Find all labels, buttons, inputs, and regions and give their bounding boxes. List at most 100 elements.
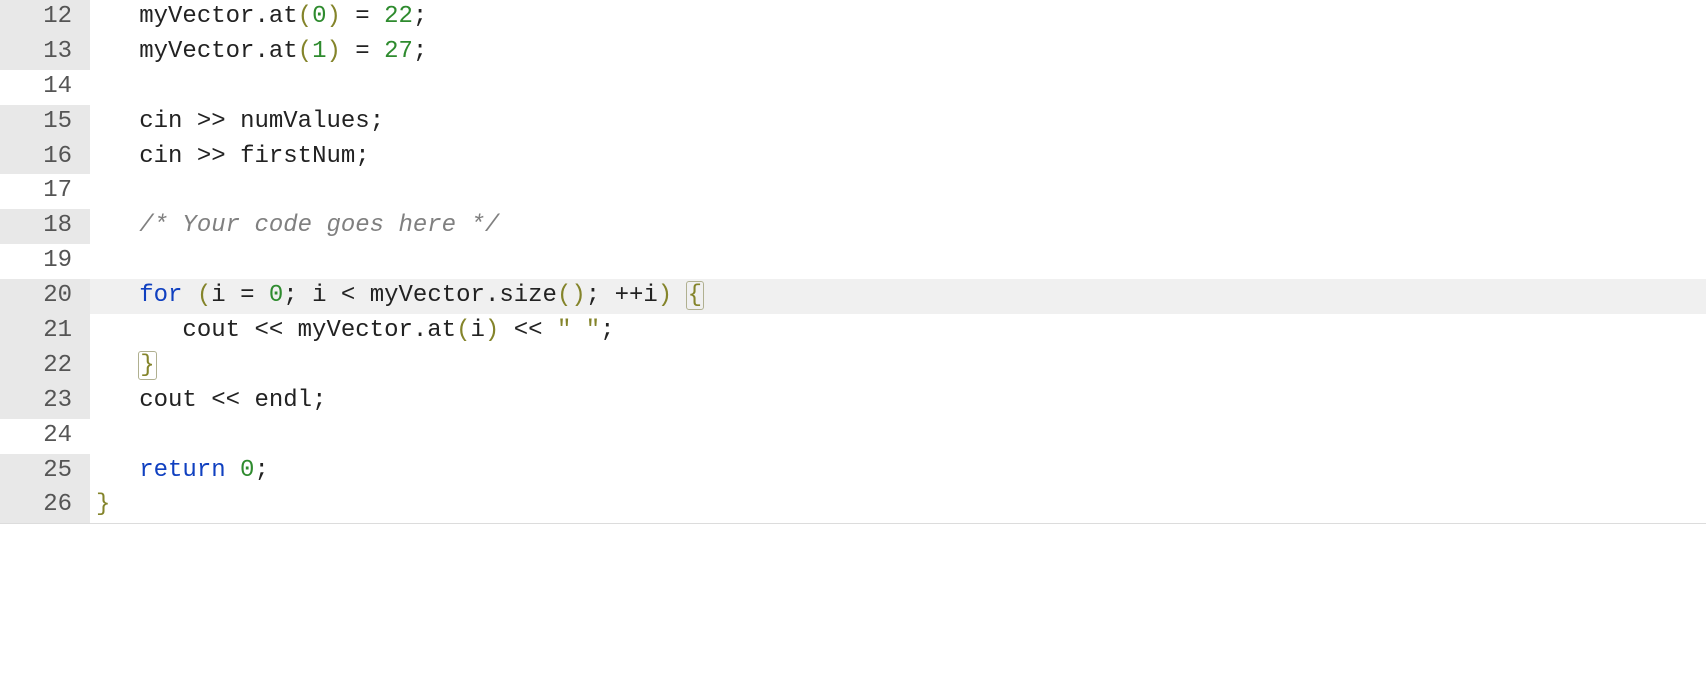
token-ident <box>327 282 341 309</box>
token-op: ++ <box>615 282 644 309</box>
code-line[interactable]: 19 <box>0 244 1706 279</box>
code-line[interactable]: 25 return 0; <box>0 454 1706 489</box>
token-paren: ) <box>571 282 585 309</box>
code-content[interactable]: cin >> firstNum; <box>90 140 1706 175</box>
token-method: at <box>269 3 298 30</box>
token-ident <box>370 38 384 65</box>
token-ident <box>254 282 268 309</box>
code-content[interactable]: cout << endl; <box>90 384 1706 419</box>
token-op: << <box>211 387 240 414</box>
token-ident: cout <box>182 317 240 344</box>
token-punct: ; <box>254 457 268 484</box>
token-paren: ) <box>658 282 672 309</box>
line-number: 23 <box>0 384 90 419</box>
token-op: >> <box>197 143 226 170</box>
token-num: 0 <box>312 3 326 30</box>
code-content[interactable]: for (i = 0; i < myVector.size(); ++i) { <box>90 279 1706 314</box>
token-num: 0 <box>269 282 283 309</box>
token-num: 0 <box>240 457 254 484</box>
token-num: 27 <box>384 38 413 65</box>
line-number: 17 <box>0 174 90 209</box>
token-punct: . <box>485 282 499 309</box>
token-ident: myVector <box>298 317 413 344</box>
token-ident: myVector <box>139 38 254 65</box>
code-line[interactable]: 17 <box>0 174 1706 209</box>
token-ident <box>543 317 557 344</box>
code-line[interactable]: 24 <box>0 419 1706 454</box>
line-number: 15 <box>0 105 90 140</box>
token-string: " " <box>557 317 600 344</box>
token-op: >> <box>197 108 226 135</box>
token-punct: ; <box>413 3 427 30</box>
code-line[interactable]: 26} <box>0 488 1706 523</box>
code-content[interactable]: /* Your code goes here */ <box>90 209 1706 244</box>
code-line[interactable]: 21 cout << myVector.at(i) << " "; <box>0 314 1706 349</box>
token-ident <box>499 317 513 344</box>
token-ident <box>182 108 196 135</box>
line-number: 21 <box>0 314 90 349</box>
token-punct: ; <box>283 282 297 309</box>
token-method: at <box>427 317 456 344</box>
token-ident <box>672 282 686 309</box>
token-punct: ; <box>586 282 600 309</box>
token-ident <box>226 143 240 170</box>
token-paren: ) <box>485 317 499 344</box>
code-content[interactable]: } <box>90 349 1706 384</box>
line-number: 26 <box>0 488 90 523</box>
token-paren: ( <box>456 317 470 344</box>
token-ident: i <box>211 282 225 309</box>
code-content[interactable]: cin >> numValues; <box>90 105 1706 140</box>
token-ident <box>355 282 369 309</box>
code-editor[interactable]: 12 myVector.at(0) = 22;13 myVector.at(1)… <box>0 0 1706 524</box>
token-paren: { <box>686 281 704 310</box>
code-content[interactable] <box>90 70 1706 105</box>
token-ident <box>240 317 254 344</box>
token-ident: i <box>643 282 657 309</box>
token-ident <box>182 282 196 309</box>
code-line[interactable]: 22 } <box>0 349 1706 384</box>
line-number: 13 <box>0 35 90 70</box>
token-op: = <box>240 282 254 309</box>
token-ident <box>226 457 240 484</box>
token-ident <box>298 282 312 309</box>
code-content[interactable]: myVector.at(1) = 27; <box>90 35 1706 70</box>
code-line[interactable]: 23 cout << endl; <box>0 384 1706 419</box>
token-ident: cin <box>139 143 182 170</box>
code-content[interactable]: cout << myVector.at(i) << " "; <box>90 314 1706 349</box>
token-method: size <box>499 282 557 309</box>
token-paren: ( <box>557 282 571 309</box>
token-punct: ; <box>355 143 369 170</box>
token-punct: ; <box>413 38 427 65</box>
line-number: 24 <box>0 419 90 454</box>
code-line[interactable]: 12 myVector.at(0) = 22; <box>0 0 1706 35</box>
code-line[interactable]: 16 cin >> firstNum; <box>0 140 1706 175</box>
token-ident <box>182 143 196 170</box>
line-number: 16 <box>0 140 90 175</box>
token-punct: . <box>413 317 427 344</box>
token-ident <box>341 38 355 65</box>
token-ident <box>370 3 384 30</box>
code-line[interactable]: 15 cin >> numValues; <box>0 105 1706 140</box>
code-content[interactable]: } <box>90 488 1706 523</box>
token-ident: cin <box>139 108 182 135</box>
code-content[interactable] <box>90 174 1706 209</box>
code-content[interactable]: return 0; <box>90 454 1706 489</box>
token-punct: ; <box>312 387 326 414</box>
token-ident <box>240 387 254 414</box>
code-content[interactable] <box>90 244 1706 279</box>
code-content[interactable]: myVector.at(0) = 22; <box>90 0 1706 35</box>
token-op: << <box>254 317 283 344</box>
token-ident: myVector <box>139 3 254 30</box>
token-ident: cout <box>139 387 197 414</box>
code-line[interactable]: 14 <box>0 70 1706 105</box>
token-paren: ( <box>197 282 211 309</box>
token-ident: endl <box>254 387 312 414</box>
code-line[interactable]: 13 myVector.at(1) = 27; <box>0 35 1706 70</box>
code-line[interactable]: 18 /* Your code goes here */ <box>0 209 1706 244</box>
token-punct: . <box>254 3 268 30</box>
code-line[interactable]: 20 for (i = 0; i < myVector.size(); ++i)… <box>0 279 1706 314</box>
token-paren: ( <box>298 3 312 30</box>
token-paren: } <box>138 351 156 380</box>
code-content[interactable] <box>90 419 1706 454</box>
line-number: 14 <box>0 70 90 105</box>
